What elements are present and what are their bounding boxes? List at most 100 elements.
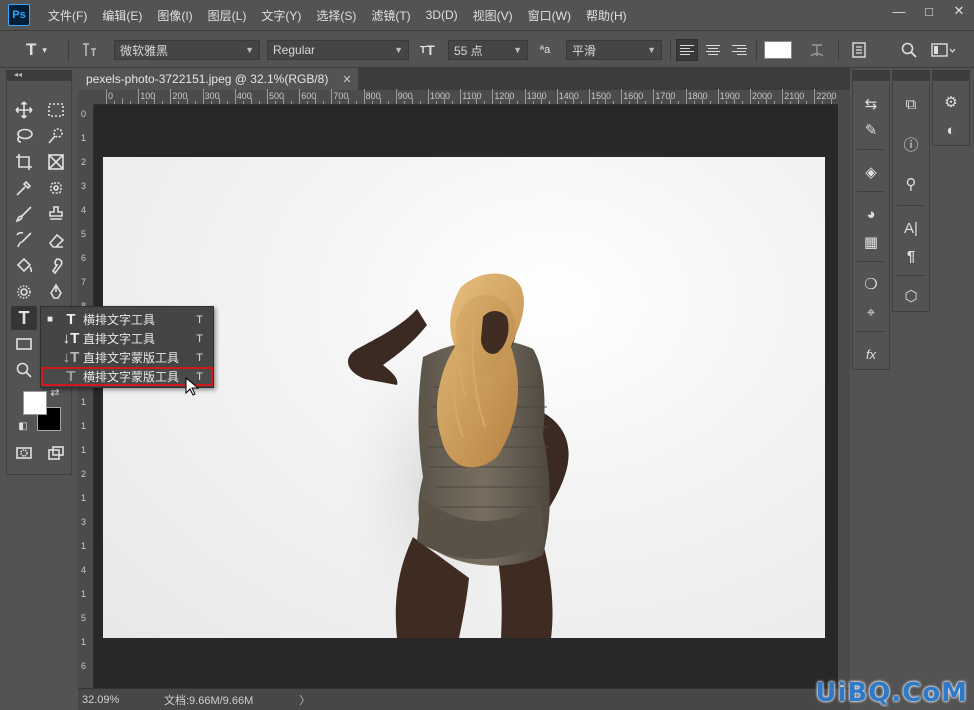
type-tool[interactable]: T: [11, 306, 37, 330]
adjustments-panel-icon[interactable]: ◐: [933, 117, 969, 143]
text-color-swatch[interactable]: [764, 41, 792, 59]
vertical-type-mask-tool-item[interactable]: ↓T 直排文字蒙版工具 T: [41, 348, 213, 367]
menu-edit[interactable]: 编辑(E): [102, 7, 142, 24]
ruler-h-tick: [202, 89, 204, 104]
lasso-tool[interactable]: [11, 124, 37, 148]
quick-mask-icon: [16, 447, 32, 459]
eyedropper-icon: [16, 180, 32, 196]
brush-tool[interactable]: [11, 202, 37, 226]
zoom-tool[interactable]: [11, 358, 37, 382]
character-panel-toggle-icon[interactable]: [850, 39, 868, 61]
canvas-area[interactable]: [94, 105, 838, 688]
quick-mask-button[interactable]: [11, 441, 37, 465]
vertical-type-tool-item[interactable]: ↓T 直排文字工具 T: [41, 329, 213, 348]
move-tool[interactable]: [11, 98, 37, 122]
channels-panel-icon[interactable]: ❍: [853, 271, 889, 297]
menu-type[interactable]: 文字(Y): [261, 7, 301, 24]
smudge-tool[interactable]: [43, 254, 69, 278]
document-photo[interactable]: [103, 157, 825, 638]
dock-collapse-handle-3[interactable]: [932, 70, 970, 80]
font-family-select[interactable]: 微软雅黑 ▼: [114, 40, 260, 60]
info-panel-icon[interactable]: ⓘ: [893, 131, 929, 157]
ruler-h-tick: [717, 89, 719, 104]
paragraph-panel-icon[interactable]: ¶: [893, 243, 929, 269]
paths-panel-icon[interactable]: ⌖: [853, 299, 889, 325]
eyedropper-tool[interactable]: [11, 176, 37, 200]
pen-tool[interactable]: [43, 280, 69, 304]
foreground-color-swatch[interactable]: [23, 391, 47, 415]
align-right-button[interactable]: [728, 39, 750, 61]
ruler-h-minor-tick: [323, 101, 325, 104]
close-button[interactable]: ✕: [944, 0, 974, 22]
ruler-h-minor-tick: [347, 98, 349, 104]
toolbar-collapse-handle[interactable]: ◂◂: [6, 70, 72, 80]
vertical-scrollbar[interactable]: [838, 90, 850, 688]
history-panel-icon[interactable]: ⧉: [893, 91, 929, 117]
menu-file[interactable]: 文件(F): [48, 7, 87, 24]
gradient-tool[interactable]: [11, 254, 37, 278]
search-icon[interactable]: [900, 39, 918, 61]
minimize-button[interactable]: —: [884, 0, 914, 22]
dock-collapse-handle-1[interactable]: [852, 70, 890, 80]
layers-panel-icon[interactable]: ◈: [853, 159, 889, 185]
menu-filter[interactable]: 滤镜(T): [371, 7, 410, 24]
ruler-h-tick: [750, 89, 751, 104]
ruler-v-label: 6: [81, 661, 87, 671]
vertical-type-mask-icon: ↓T: [62, 349, 80, 366]
default-colors-icon[interactable]: ◧: [15, 419, 31, 433]
properties-panel-icon[interactable]: ⇆: [853, 91, 889, 117]
menu-window[interactable]: 窗口(W): [528, 7, 571, 24]
horizontal-type-tool-item[interactable]: ■ T 横排文字工具 T: [41, 310, 213, 329]
ruler-h-minor-tick: [532, 101, 534, 104]
rectangle-tool[interactable]: [11, 332, 37, 356]
zoom-level-field[interactable]: 32.09%: [78, 694, 134, 706]
dodge-tool[interactable]: [11, 280, 37, 304]
ruler-h-label: 1700: [655, 91, 676, 101]
current-tool-bullet-icon: ■: [46, 314, 54, 325]
ruler-h-tick: [106, 89, 107, 104]
font-style-select[interactable]: Regular ▼: [267, 40, 409, 60]
ruler-h-tick: [524, 89, 526, 104]
align-left-button[interactable]: [676, 39, 698, 61]
dock-collapse-handle-2[interactable]: [892, 70, 930, 80]
menu-3d[interactable]: 3D(D): [426, 8, 458, 22]
tool-preset-picker[interactable]: T ▾: [26, 39, 47, 61]
styles-panel-icon[interactable]: fx: [853, 341, 889, 367]
horizontal-ruler[interactable]: 0 100 200 300 400 500 600 700 800 900 1000 1100 1200…: [94, 89, 840, 105]
menu-image[interactable]: 图像(I): [157, 7, 192, 24]
maximize-button[interactable]: □: [914, 0, 944, 22]
warp-text-icon[interactable]: [808, 39, 826, 61]
ruler-origin[interactable]: [78, 90, 94, 105]
workspace-switcher-icon[interactable]: [930, 39, 956, 61]
frame-tool[interactable]: [43, 150, 69, 174]
history-brush-tool[interactable]: [11, 228, 37, 252]
toggle-orientation-button[interactable]: [80, 39, 98, 61]
close-document-icon[interactable]: ✕: [342, 73, 351, 86]
vertical-ruler[interactable]: 012345678910111213141516: [78, 105, 94, 688]
menu-view[interactable]: 视图(V): [473, 7, 513, 24]
ruler-h-minor-tick: [468, 101, 470, 104]
marquee-tool[interactable]: [43, 98, 69, 122]
screen-mode-button[interactable]: [43, 441, 69, 465]
color-panel-icon[interactable]: ◕: [853, 201, 889, 227]
quick-selection-tool[interactable]: [43, 124, 69, 148]
crop-tool[interactable]: [11, 150, 37, 174]
ruler-h-label: 800: [365, 91, 381, 101]
eraser-tool[interactable]: [43, 228, 69, 252]
brush-panel-icon[interactable]: ✎: [853, 117, 889, 143]
3d-panel-icon[interactable]: ⬡: [893, 283, 929, 309]
clone-stamp-tool[interactable]: [43, 202, 69, 226]
antialias-select[interactable]: 平滑 ▼: [566, 40, 662, 60]
menu-layer[interactable]: 图层(L): [208, 7, 247, 24]
spot-healing-tool[interactable]: [43, 176, 69, 200]
font-size-select[interactable]: 55 点 ▼: [448, 40, 528, 60]
align-center-button[interactable]: [702, 39, 724, 61]
document-tab[interactable]: pexels-photo-3722151.jpeg @ 32.1%(RGB/8)…: [78, 68, 358, 90]
libraries-panel-icon[interactable]: ⚙: [933, 89, 969, 115]
menu-help[interactable]: 帮助(H): [586, 7, 627, 24]
status-menu-arrow-icon[interactable]: 〉: [299, 692, 310, 708]
character-panel-icon[interactable]: A|: [893, 215, 929, 241]
swatches-panel-icon[interactable]: ▦: [853, 229, 889, 255]
clone-source-panel-icon[interactable]: ⚲: [893, 171, 929, 197]
menu-select[interactable]: 选择(S): [316, 7, 356, 24]
